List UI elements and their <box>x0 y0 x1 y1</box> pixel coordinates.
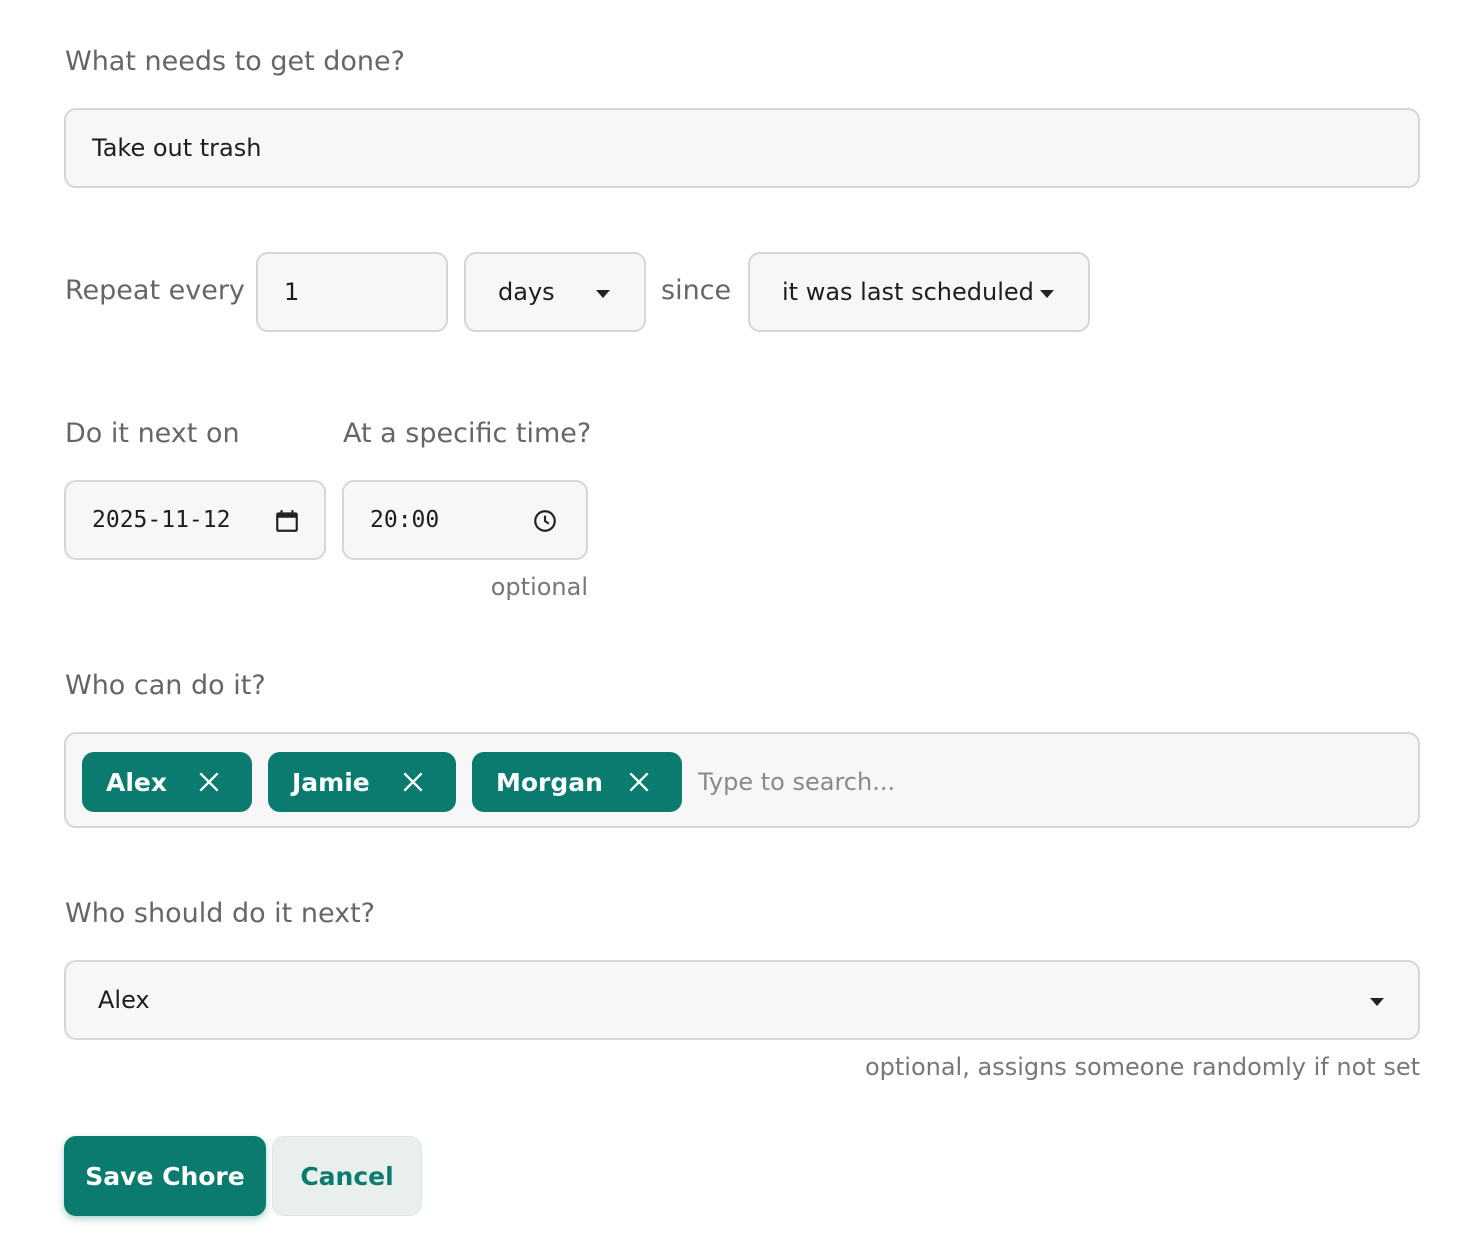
task-input-value: Take out trash <box>92 134 262 162</box>
assignees-multiselect[interactable]: Alex Jamie Morgan Type to search... <box>64 732 1420 828</box>
cancel-button[interactable]: Cancel <box>272 1136 422 1216</box>
assignee-chip-label: Jamie <box>292 767 370 797</box>
calendar-icon[interactable] <box>274 508 300 534</box>
save-chore-button[interactable]: Save Chore <box>64 1136 266 1216</box>
next-assignee-hint: optional, assigns someone randomly if no… <box>864 1053 1420 1081</box>
task-label: What needs to get done? <box>65 46 405 77</box>
chevron-down-icon <box>1370 998 1384 1006</box>
assignees-label: Who can do it? <box>65 670 266 701</box>
assignee-chip: Jamie <box>268 752 456 812</box>
assignee-chip-label: Morgan <box>496 767 603 797</box>
repeat-unit-value: days <box>498 278 555 306</box>
time-input[interactable]: 20:00 <box>342 480 588 560</box>
next-assignee-value: Alex <box>98 986 150 1014</box>
repeat-unit-select[interactable]: days <box>464 252 646 332</box>
assignee-search-input[interactable]: Type to search... <box>698 768 895 796</box>
close-icon[interactable] <box>626 769 652 795</box>
repeat-since-select[interactable]: it was last scheduled <box>748 252 1090 332</box>
next-date-input[interactable]: 2025-11-12 <box>64 480 326 560</box>
repeat-since-value: it was last scheduled <box>782 278 1034 306</box>
clock-icon[interactable] <box>532 508 558 534</box>
repeat-interval-input[interactable]: 1 <box>256 252 448 332</box>
repeat-interval-value: 1 <box>284 278 300 306</box>
chevron-down-icon <box>596 290 610 298</box>
close-icon[interactable] <box>400 769 426 795</box>
repeat-label: Repeat every <box>65 275 245 306</box>
assignee-chip: Alex <box>82 752 252 812</box>
next-date-label: Do it next on <box>65 418 240 449</box>
assignee-chip-label: Alex <box>106 767 167 797</box>
since-label: since <box>661 275 732 306</box>
next-assignee-label: Who should do it next? <box>65 898 375 929</box>
time-value: 20:00 <box>370 507 440 533</box>
close-icon[interactable] <box>196 769 222 795</box>
time-label: At a specific time? <box>343 418 592 449</box>
next-assignee-select[interactable]: Alex <box>64 960 1420 1040</box>
time-hint: optional <box>490 573 588 601</box>
next-date-value: 2025-11-12 <box>92 507 231 533</box>
task-input[interactable]: Take out trash <box>64 108 1420 188</box>
assignee-chip: Morgan <box>472 752 682 812</box>
chevron-down-icon <box>1040 290 1054 298</box>
